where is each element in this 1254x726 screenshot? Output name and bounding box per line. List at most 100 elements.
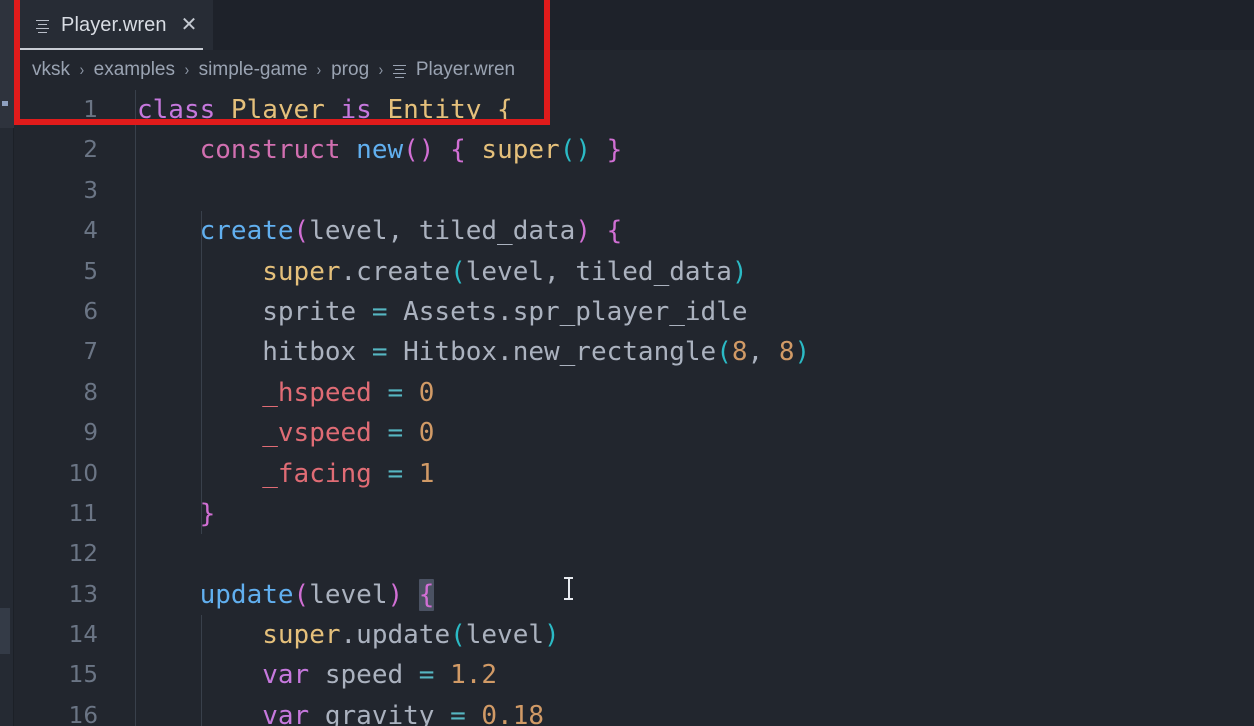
line-number: 14 (68, 622, 98, 649)
code-token: speed (324, 660, 419, 691)
line-number: 10 (68, 460, 98, 487)
code-token: () (559, 135, 592, 166)
code-token: { (606, 216, 623, 247)
line-number: 1 (83, 97, 98, 123)
code-line[interactable]: 3 (14, 171, 1254, 211)
code-token: () (403, 135, 435, 166)
code-line[interactable]: 9 _vspeed = 0 (14, 413, 1254, 453)
code-token: is (340, 95, 388, 125)
line-number: 5 (83, 258, 98, 285)
code-token: var (262, 660, 325, 691)
code-line[interactable]: 16 var gravity = 0.18 (14, 696, 1254, 726)
line-number: 4 (83, 218, 98, 245)
breadcrumb-item-player-wren[interactable]: Player.wren (392, 59, 516, 81)
code-line[interactable]: 5 super.create(level, tiled_data) (14, 252, 1254, 292)
code-token: level, tiled_data (309, 216, 576, 247)
code-line[interactable]: 4 create(level, tiled_data) { (14, 211, 1254, 251)
code-line[interactable]: 6 sprite = Assets.spr_player_idle (14, 292, 1254, 332)
code-token: = (450, 700, 482, 726)
breadcrumb: vksk › examples › simple-game › prog › P… (14, 50, 1254, 90)
line-number: 7 (83, 339, 98, 366)
line-number: 12 (68, 541, 98, 568)
left-strip-upper-panel (0, 0, 14, 128)
code-token: var (262, 700, 325, 726)
code-token: super (262, 620, 341, 651)
code-text: update(level) { (137, 575, 435, 615)
code-token: ) (794, 337, 811, 368)
code-text: hitbox = Hitbox.new_rectangle(8, 8) (137, 332, 810, 372)
line-number: 8 (83, 379, 98, 406)
code-token: ( (450, 256, 466, 287)
code-token: _hspeed (262, 377, 388, 408)
code-text: create(level, tiled_data) { (137, 211, 623, 251)
code-token: _facing (262, 458, 388, 489)
code-token: } (606, 135, 623, 166)
code-text: class Player is Entity { (137, 90, 513, 130)
line-number: 6 (83, 298, 98, 325)
code-token: . (340, 620, 357, 651)
code-token: Assets.spr_player_idle (403, 296, 748, 327)
breadcrumb-separator: › (378, 60, 384, 79)
code-line[interactable]: 13 update(level) { (14, 575, 1254, 615)
code-token: hitbox (262, 337, 372, 368)
code-token: = (371, 296, 404, 327)
code-token: gravity (324, 700, 451, 726)
code-line[interactable]: 1 class Player is Entity { (14, 90, 1254, 130)
code-token: . (340, 256, 357, 287)
sidebar-scrollbar-thumb[interactable] (0, 608, 10, 654)
tab-player-wren[interactable]: Player.wren ✕ (18, 0, 214, 50)
code-token: 1.2 (450, 660, 498, 691)
code-editor[interactable]: 1 class Player is Entity {2 construct new… (14, 90, 1254, 726)
mouse-text-cursor (564, 577, 573, 600)
code-line-container: 1 class Player is Entity {2 construct new… (14, 90, 1254, 726)
breadcrumb-separator: › (184, 60, 190, 79)
line-number: 2 (83, 137, 98, 164)
close-icon[interactable]: ✕ (181, 15, 198, 35)
code-token: Entity (387, 95, 498, 125)
code-token: ) (387, 579, 404, 610)
code-text: _vspeed = 0 (137, 413, 434, 453)
code-line[interactable]: 10 _facing = 1 (14, 454, 1254, 494)
code-line[interactable]: 8 _hspeed = 0 (14, 373, 1254, 413)
code-text: super.update(level) (137, 615, 559, 655)
sidebar-marker-icon (2, 101, 8, 106)
code-token: = (418, 660, 451, 691)
code-line[interactable]: 14 super.update(level) (14, 615, 1254, 655)
breadcrumb-item-label: Player.wren (415, 59, 516, 80)
code-line[interactable]: 15 var speed = 1.2 (14, 655, 1254, 695)
code-token: } (199, 498, 216, 529)
code-line[interactable]: 12 (14, 534, 1254, 574)
code-token: Hitbox.new_rectangle (403, 337, 717, 368)
breadcrumb-item-prog[interactable]: prog (331, 59, 369, 81)
line-number: 3 (83, 177, 98, 204)
code-token: level, tiled_data (465, 256, 732, 287)
tab-label: Player.wren (61, 13, 167, 36)
breadcrumb-item-vksk[interactable]: vksk (32, 59, 70, 81)
code-token: { (418, 578, 435, 611)
code-token: = (387, 377, 419, 408)
code-line[interactable]: 7 hitbox = Hitbox.new_rectangle(8, 8) (14, 332, 1254, 372)
code-line[interactable]: 11 } (14, 494, 1254, 534)
code-token: ( (716, 337, 732, 368)
vscode-window: Player.wren ✕ vksk › examples › simple-g… (0, 0, 1254, 726)
breadcrumb-item-examples[interactable]: examples (94, 59, 175, 81)
breadcrumb-item-simple-game[interactable]: simple-game (199, 59, 308, 81)
code-token: create (356, 256, 451, 287)
code-token: 8 (731, 337, 748, 368)
code-token: ) (575, 216, 591, 247)
line-number: 16 (68, 702, 98, 726)
code-line[interactable]: 2 construct new() { super() } (14, 130, 1254, 170)
breadcrumb-separator: › (317, 60, 322, 79)
code-token: 1 (418, 458, 435, 489)
code-token: _vspeed (262, 418, 388, 449)
